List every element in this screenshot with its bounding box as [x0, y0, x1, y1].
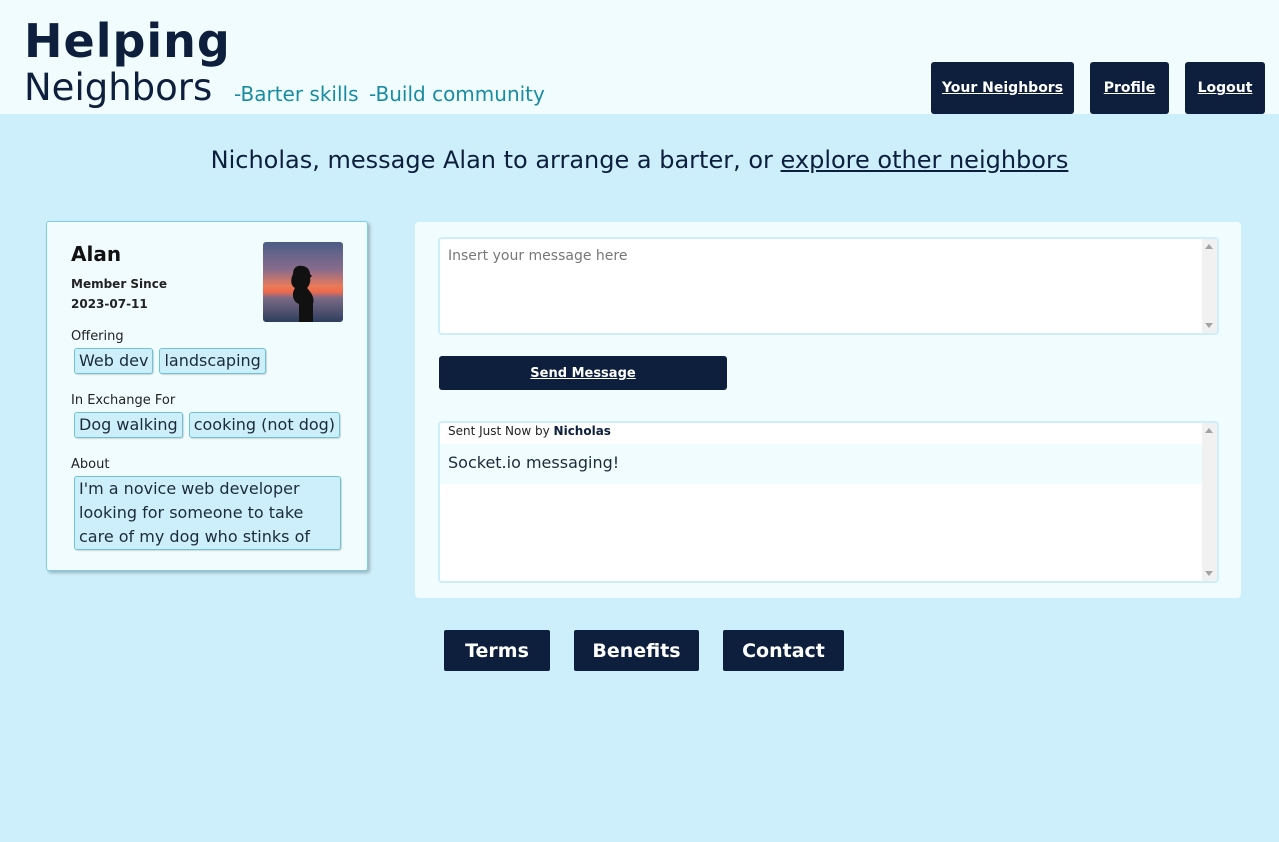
message-input-scrollbar[interactable]: [1202, 239, 1217, 333]
message-history-scrollbar[interactable]: [1202, 423, 1217, 581]
headline-text: Nicholas, message Alan to arrange a bart…: [210, 146, 781, 174]
tagline-community: -Build community: [369, 82, 545, 106]
profile-button[interactable]: Profile: [1090, 62, 1169, 114]
logout-button[interactable]: Logout: [1185, 62, 1265, 114]
scroll-down-arrow-icon[interactable]: [1205, 323, 1213, 328]
brand-title-line2: Neighbors: [24, 66, 213, 109]
exchange-chips: Dog walking cooking (not dog): [74, 412, 341, 438]
exchange-chip: cooking (not dog): [188, 412, 341, 438]
explore-neighbors-link[interactable]: explore other neighbors: [781, 146, 1069, 174]
message-meta-prefix: Sent Just Now by: [448, 424, 554, 438]
page-headline: Nicholas, message Alan to arrange a bart…: [0, 144, 1279, 176]
offering-chip: Web dev: [74, 348, 154, 374]
scroll-down-arrow-icon[interactable]: [1205, 571, 1213, 576]
exchange-chip: Dog walking: [74, 412, 183, 438]
brand-title-line1: Helping: [24, 14, 231, 68]
exchange-label: In Exchange For: [71, 393, 176, 408]
offering-chip: landscaping: [159, 348, 266, 374]
message-panel: Insert your message here Send Message Se…: [415, 222, 1241, 598]
benefits-button[interactable]: Benefits: [574, 630, 699, 671]
member-since-date: 2023-07-11: [71, 297, 148, 311]
site-header: Helping Neighbors -Barter skills -Build …: [0, 0, 1279, 114]
about-label: About: [71, 457, 110, 472]
avatar: [263, 242, 343, 322]
scroll-up-arrow-icon[interactable]: [1205, 428, 1213, 433]
message-body: Socket.io messaging!: [440, 444, 1204, 484]
send-message-button[interactable]: Send Message: [439, 356, 727, 390]
message-meta: Sent Just Now by Nicholas: [448, 424, 611, 438]
offering-label: Offering: [71, 329, 124, 344]
message-history[interactable]: Sent Just Now by Nicholas Socket.io mess…: [438, 421, 1219, 583]
scroll-up-arrow-icon[interactable]: [1205, 244, 1213, 249]
message-input-placeholder: Insert your message here: [448, 248, 628, 264]
member-since-label: Member Since: [71, 277, 167, 291]
your-neighbors-button[interactable]: Your Neighbors: [931, 62, 1074, 114]
avatar-silhouette-image: [263, 242, 343, 322]
contact-button[interactable]: Contact: [723, 630, 844, 671]
terms-button[interactable]: Terms: [444, 630, 550, 671]
message-sender: Nicholas: [553, 424, 611, 438]
message-input[interactable]: Insert your message here: [438, 237, 1219, 335]
neighbor-profile-card: Alan Member Since 2023-07-11 Offering We…: [46, 221, 368, 571]
tagline-barter: -Barter skills: [234, 82, 359, 106]
offering-chips: Web dev landscaping: [74, 348, 266, 374]
neighbor-name: Alan: [71, 242, 122, 266]
about-text: I'm a novice web developer looking for s…: [74, 476, 341, 550]
